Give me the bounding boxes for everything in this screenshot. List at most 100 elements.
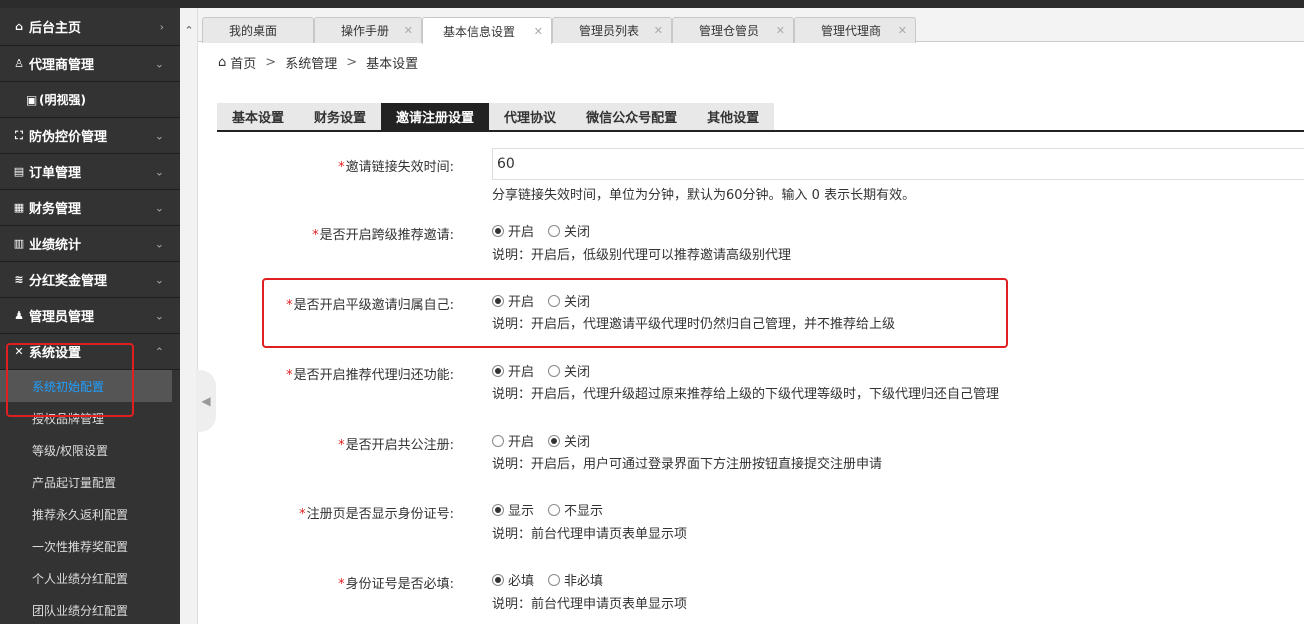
chevron-up-icon[interactable]: ⌃	[182, 20, 196, 40]
radio-checked-icon[interactable]	[492, 503, 504, 516]
sidebar-item-label: 分红奖金管理	[29, 274, 108, 289]
sidebar-item-anti-fake[interactable]: ⛶ 防伪控价管理 ⌄	[0, 118, 180, 154]
radio-checked-icon[interactable]	[492, 224, 504, 237]
sidebar-link-rebate[interactable]: 推荐永久返利配置	[0, 498, 180, 530]
sidebar-subitem-agent[interactable]: ▣ (明视强)	[0, 82, 180, 118]
sidebar-item-admins[interactable]: ♟ 管理员管理 ⌄	[0, 298, 180, 334]
tab-other-settings[interactable]: 其他设置	[692, 103, 775, 130]
close-icon[interactable]: ✕	[898, 24, 907, 37]
sidebar-link-team[interactable]: 团队业绩分红配置	[0, 594, 180, 624]
return-agent-on-option[interactable]: 开启	[492, 361, 534, 380]
public-reg-hint: 说明：开启后，用户可通过登录界面下方注册按钮直接提交注册申请	[492, 457, 883, 472]
show-id-radios: 显示 不显示	[492, 500, 617, 519]
sidebar-link-personal[interactable]: 个人业绩分红配置	[0, 562, 180, 594]
sidebar-item-stats[interactable]: ▥ 业绩统计 ⌄	[0, 226, 180, 262]
radio-unchecked-icon[interactable]	[548, 573, 561, 586]
cross-level-label: *是否开启跨级推荐邀请:	[312, 228, 454, 243]
sidebar-item-home[interactable]: ⌂ 后台主页 ›	[0, 8, 180, 46]
required-mark: *	[338, 438, 345, 453]
tab-label: 管理员列表	[579, 24, 640, 38]
chevron-right-icon: ›	[159, 20, 164, 33]
collapse-sidebar-handle[interactable]: ◀	[196, 370, 216, 432]
caret-left-icon: ◀	[201, 394, 211, 408]
close-icon[interactable]: ✕	[654, 24, 663, 37]
sidebar-item-bonus[interactable]: ≋ 分红奖金管理 ⌄	[0, 262, 180, 298]
tab-manual[interactable]: 操作手册 ✕	[314, 17, 422, 43]
show-id-off-option[interactable]: 不显示	[548, 500, 603, 519]
public-reg-radios: 开启 关闭	[492, 431, 604, 450]
public-reg-label: *是否开启共公注册:	[338, 438, 454, 453]
sidebar-item-orders[interactable]: ▤ 订单管理 ⌄	[0, 154, 180, 190]
show-id-on-option[interactable]: 显示	[492, 500, 534, 519]
chevron-down-icon: ⌄	[154, 201, 164, 214]
tab-finance-settings[interactable]: 财务设置	[299, 103, 382, 130]
radio-checked-icon[interactable]	[548, 434, 561, 447]
tab-wechat-config[interactable]: 微信公众号配置	[571, 103, 693, 130]
required-mark: *	[312, 228, 319, 243]
chevron-down-icon: ⌄	[154, 129, 164, 142]
scan-icon: ⛶	[15, 128, 23, 142]
tab-basic-settings[interactable]: 基本设置	[217, 103, 300, 130]
public-reg-off-option[interactable]: 关闭	[548, 431, 590, 450]
close-icon[interactable]: ✕	[534, 25, 543, 38]
sidebar-item-label: 财务管理	[29, 202, 82, 217]
home-icon: ⌂	[218, 54, 227, 70]
return-agent-radios: 开启 关闭	[492, 361, 604, 380]
tab-label: 管理代理商	[821, 24, 882, 38]
sidebar-link-level[interactable]: 等级/权限设置	[0, 434, 180, 466]
collapse-strip	[180, 8, 198, 624]
tab-desktop[interactable]: 我的桌面	[202, 17, 314, 43]
sidebar-item-label: 代理商管理	[29, 58, 95, 73]
public-reg-on-option[interactable]: 开启	[492, 431, 534, 450]
radio-unchecked-icon[interactable]	[548, 224, 561, 237]
required-mark: *	[286, 368, 293, 383]
top-bar	[0, 0, 1304, 8]
radio-checked-icon[interactable]	[492, 573, 504, 586]
sidebar: ⌂ 后台主页 › ♙ 代理商管理 ⌄ ▣ (明视强) ⛶ 防伪控价管理 ⌄ ▤ …	[0, 8, 180, 624]
breadcrumb-separator: >	[265, 54, 277, 70]
tab-warehouse[interactable]: 管理仓管员 ✕	[672, 17, 794, 43]
required-mark: *	[299, 507, 306, 522]
show-id-hint: 说明：前台代理申请页表单显示项	[492, 527, 688, 542]
chevron-down-icon: ⌄	[154, 165, 164, 178]
chevron-down-icon: ⌄	[154, 309, 164, 322]
radio-unchecked-icon[interactable]	[548, 364, 561, 377]
breadcrumb-system[interactable]: 系统管理	[285, 53, 337, 72]
id-card-icon: ▣	[26, 92, 38, 107]
return-agent-label: *是否开启推荐代理归还功能:	[286, 368, 454, 383]
chevron-up-icon: ⌃	[154, 345, 164, 358]
sidebar-item-label: (明视强)	[39, 93, 86, 107]
sidebar-item-label: 后台主页	[29, 21, 82, 36]
sidebar-item-label: 订单管理	[29, 166, 82, 181]
tab-label: 我的桌面	[229, 24, 278, 38]
tab-agents[interactable]: 管理代理商 ✕	[794, 17, 916, 43]
required-mark: *	[338, 577, 345, 592]
radio-unchecked-icon[interactable]	[548, 503, 561, 516]
close-icon[interactable]: ✕	[776, 24, 785, 37]
radio-checked-icon[interactable]	[492, 364, 504, 377]
tab-basic-info[interactable]: 基本信息设置 ✕	[422, 17, 552, 44]
sidebar-item-finance[interactable]: ▦ 财务管理 ⌄	[0, 190, 180, 226]
user-icon: ♙	[14, 57, 24, 70]
invite-expire-hint: 分享链接失效时间，单位为分钟，默认为60分钟。输入 0 表示长期有效。	[492, 188, 916, 203]
invite-expire-input[interactable]	[492, 148, 1304, 180]
return-agent-off-option[interactable]: 关闭	[548, 361, 590, 380]
sidebar-item-agent-mgmt[interactable]: ♙ 代理商管理 ⌄	[0, 46, 180, 82]
cross-level-on-option[interactable]: 开启	[492, 221, 534, 240]
id-required-radios: 必填 非必填	[492, 570, 617, 589]
cross-level-off-option[interactable]: 关闭	[548, 221, 590, 240]
sidebar-link-onetime[interactable]: 一次性推荐奖配置	[0, 530, 180, 562]
tab-agent-agreement[interactable]: 代理协议	[489, 103, 572, 130]
sidebar-link-moq[interactable]: 产品起订量配置	[0, 466, 180, 498]
cross-level-hint: 说明：开启后，低级别代理可以推荐邀请高级别代理	[492, 248, 792, 263]
show-id-label: *注册页是否显示身份证号:	[299, 507, 454, 522]
radio-unchecked-icon[interactable]	[492, 434, 504, 447]
id-required-hint: 说明：前台代理申请页表单显示项	[492, 597, 688, 612]
bar-chart-icon: ▥	[13, 237, 25, 250]
breadcrumb-home[interactable]: 首页	[230, 53, 256, 72]
id-required-off-option[interactable]: 非必填	[548, 570, 603, 589]
close-icon[interactable]: ✕	[404, 24, 413, 37]
tab-admin-list[interactable]: 管理员列表 ✕	[552, 17, 672, 43]
id-required-on-option[interactable]: 必填	[492, 570, 534, 589]
tab-invite-settings[interactable]: 邀请注册设置	[381, 103, 490, 130]
